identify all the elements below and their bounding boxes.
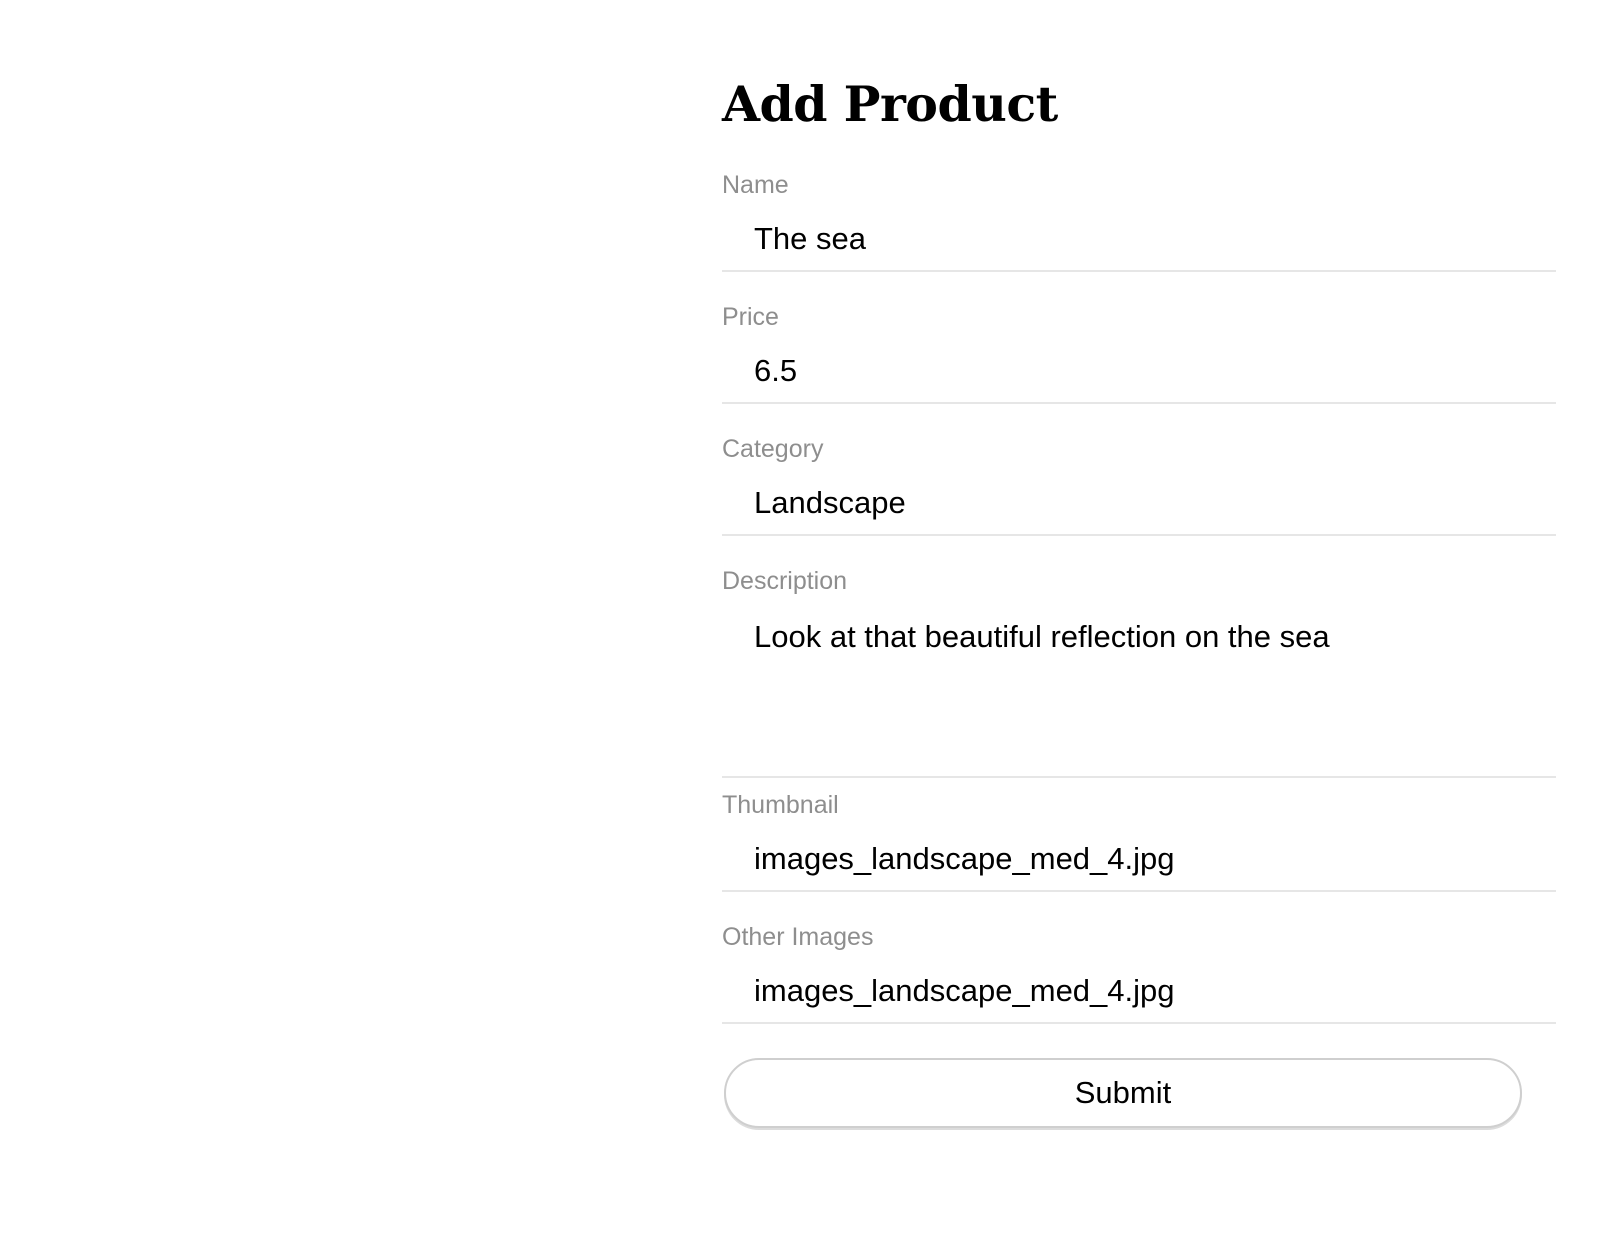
price-label: Price [722, 303, 779, 331]
name-input[interactable] [722, 208, 1556, 272]
submit-button[interactable]: Submit [724, 1058, 1522, 1128]
category-label: Category [722, 435, 824, 463]
other-images-label: Other Images [722, 923, 874, 951]
description-label: Description [722, 567, 848, 595]
name-label: Name [722, 171, 789, 199]
price-input[interactable] [722, 340, 1556, 404]
other-images-input[interactable] [722, 960, 1556, 1024]
category-input[interactable] [722, 472, 1556, 536]
page-title: Add Product [722, 75, 1058, 133]
thumbnail-label: Thumbnail [722, 791, 839, 819]
thumbnail-input[interactable] [722, 828, 1556, 892]
description-textarea[interactable]: Look at that beautiful reflection on the… [722, 604, 1556, 778]
